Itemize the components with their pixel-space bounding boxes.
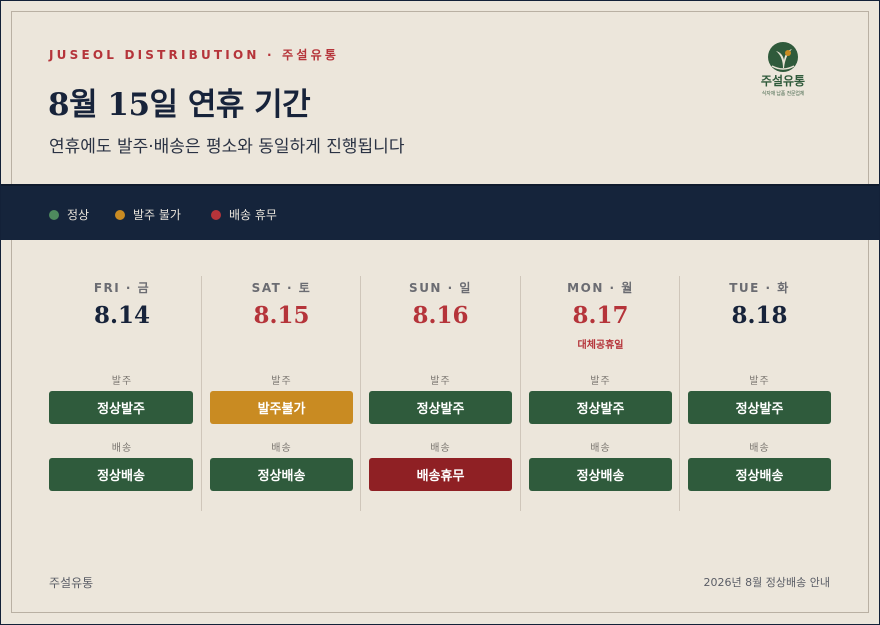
date-label: 8.15 — [253, 302, 310, 329]
day-column-tue: TUE · 화 8.18 발주 정상발주 배송 정상배송 — [679, 276, 839, 511]
footer-company: 주설유통 — [49, 576, 94, 590]
legend-label: 발주 불가 — [133, 208, 181, 222]
date-label: 8.16 — [412, 302, 469, 329]
delivery-section-label: 배송 — [271, 443, 292, 454]
weekday-label: SAT · 토 — [251, 281, 312, 295]
leaf-emblem-icon — [768, 42, 798, 72]
weekday-label: MON · 월 — [567, 281, 634, 295]
order-status-badge: 발주불가 — [210, 391, 353, 424]
delivery-status-badge: 정상배송 — [210, 458, 353, 491]
delivery-status-badge: 정상배송 — [688, 458, 831, 491]
legend-order-unavailable: 발주 불가 — [115, 206, 181, 223]
red-dot-icon — [211, 209, 221, 220]
day-column-mon: MON · 월 8.17 대체공휴일 발주 정상발주 배송 정상배송 — [520, 276, 680, 511]
delivery-section-label: 배송 — [430, 443, 451, 454]
order-status-badge: 정상발주 — [688, 391, 831, 424]
notice-card: JUSEOL DISTRIBUTION · 주설유통 8월 15일 연휴 기간 … — [1, 1, 879, 624]
delivery-status-badge: 정상배송 — [529, 458, 672, 491]
date-label: 8.18 — [731, 302, 788, 329]
page-title: 8월 15일 연휴 기간 — [48, 87, 311, 123]
date-label: 8.17 — [572, 302, 629, 329]
logo-name: 주설유통 — [760, 74, 806, 88]
order-status-badge: 정상발주 — [529, 391, 672, 424]
substitute-holiday-note: 대체공휴일 — [577, 340, 624, 351]
order-section-label: 발주 — [111, 376, 133, 387]
order-section-label: 발주 — [749, 376, 770, 387]
delivery-section-label: 배송 — [749, 443, 770, 454]
delivery-status-badge: 정상배송 — [49, 458, 193, 491]
order-status-badge: 정상발주 — [49, 391, 193, 424]
date-label: 8.14 — [93, 302, 151, 329]
day-column-sat: SAT · 토 8.15 발주 발주불가 배송 정상배송 — [201, 276, 361, 511]
company-logo: 주설유통 식자재 납품 전문업체 — [749, 41, 817, 107]
footer-notice: 2026년 8월 정상배송 안내 — [703, 576, 830, 589]
weekday-label: FRI · 금 — [93, 281, 151, 295]
logo-tagline: 식자재 납품 전문업체 — [761, 91, 805, 97]
legend-delivery-off: 배송 휴무 — [211, 206, 277, 223]
order-section-label: 발주 — [430, 376, 451, 387]
order-section-label: 발주 — [590, 376, 611, 387]
legend-label: 배송 휴무 — [229, 208, 277, 222]
legend-normal: 정상 — [49, 206, 89, 223]
brand-line: JUSEOL DISTRIBUTION · 주설유통 — [49, 48, 340, 62]
day-column-sun: SUN · 일 8.16 발주 정상발주 배송 배송휴무 — [360, 276, 520, 511]
green-dot-icon — [49, 209, 59, 220]
weekday-label: SUN · 일 — [409, 281, 472, 295]
delivery-section-label: 배송 — [111, 443, 133, 454]
legend-label: 정상 — [67, 208, 90, 222]
page-subtitle: 연휴에도 발주·배송은 평소와 동일하게 진행됩니다 — [49, 137, 405, 157]
amber-dot-icon — [115, 209, 125, 220]
delivery-status-badge: 배송휴무 — [369, 458, 512, 491]
weekday-label: TUE · 화 — [729, 281, 790, 295]
delivery-section-label: 배송 — [590, 443, 611, 454]
order-status-badge: 정상발주 — [369, 391, 512, 424]
order-section-label: 발주 — [271, 376, 292, 387]
legend-bar: 정상 발주 불가 배송 휴무 — [1, 184, 879, 240]
day-column-fri: FRI · 금 8.14 발주 정상발주 배송 정상배송 — [42, 276, 202, 511]
